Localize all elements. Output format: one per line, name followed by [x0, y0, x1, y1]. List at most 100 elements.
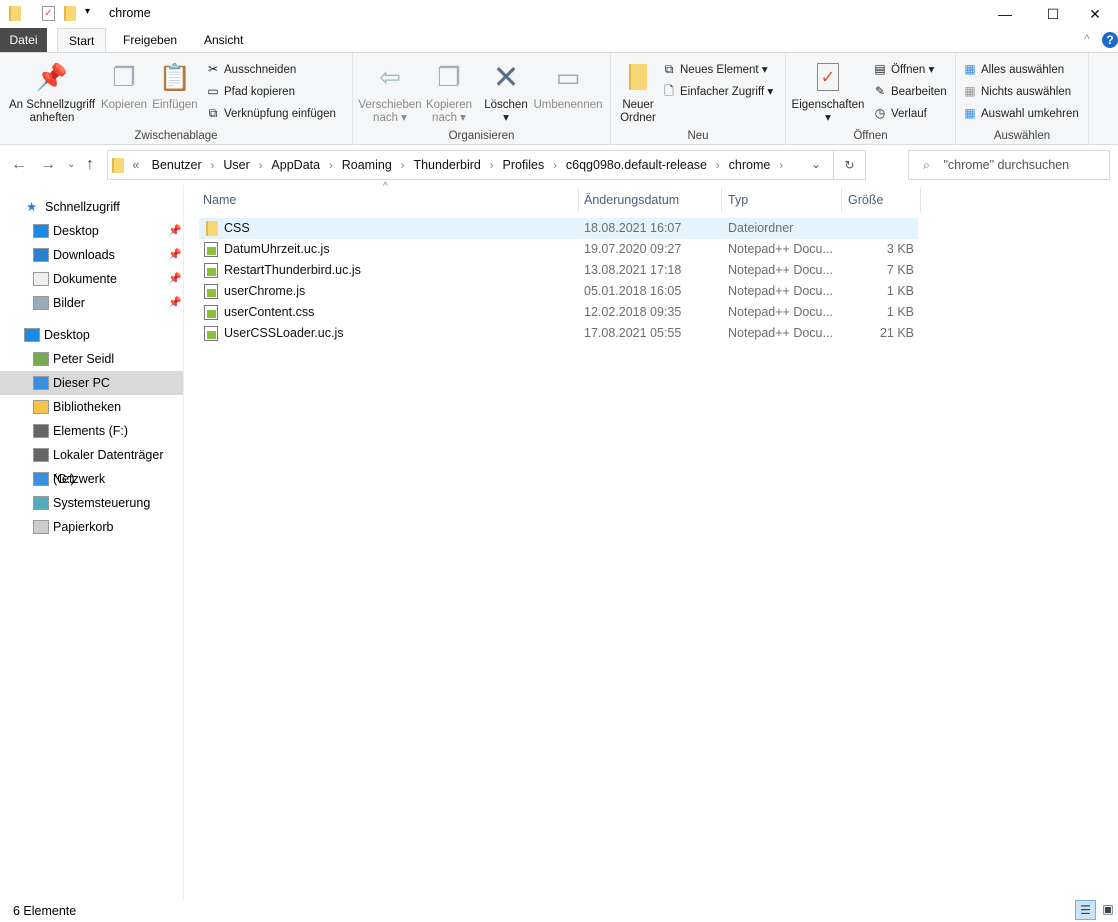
move-to-button[interactable]: ⇦ Verschieben nach ▾ [357, 61, 423, 125]
breadcrumb-item[interactable]: User [223, 151, 249, 179]
breadcrumb-separator-icon[interactable]: › [716, 160, 720, 172]
breadcrumb-separator-icon[interactable]: › [211, 160, 215, 172]
breadcrumb-item[interactable]: Thunderbird [413, 151, 480, 179]
history-button[interactable]: ◷ Verlauf [872, 103, 927, 123]
open-button[interactable]: ▤ Öffnen ▾ [872, 59, 934, 79]
large-icons-view-button[interactable]: ▣ [1099, 900, 1117, 920]
new-folder-quick-icon[interactable] [64, 6, 76, 21]
notepad-file-icon [204, 326, 218, 341]
maximize-button[interactable]: ☐ [1030, 0, 1076, 28]
folder-icon [112, 158, 124, 174]
details-view-button[interactable]: ☰ [1075, 900, 1096, 920]
search-input[interactable]: ⌕ "chrome" durchsuchen [908, 150, 1110, 180]
pin-icon[interactable]: 📌 [168, 243, 182, 267]
file-date: 19.07.2020 09:27 [584, 242, 682, 256]
nav-item[interactable]: Netzwerk [0, 467, 183, 491]
column-header-name[interactable]: Name [203, 188, 236, 212]
copy-to-button[interactable]: ❐ Kopieren nach ▾ [423, 61, 475, 125]
edit-icon: ✎ [874, 84, 886, 98]
cut-button[interactable]: ✂ Ausschneiden [205, 59, 296, 79]
title-bar: ✓ ▾ chrome — ☐ ✕ [0, 0, 1118, 28]
nav-item[interactable]: Bibliotheken [0, 395, 183, 419]
breadcrumb-item[interactable]: Roaming [342, 151, 392, 179]
nav-item[interactable]: Systemsteuerung [0, 491, 183, 515]
file-row[interactable]: UserCSSLoader.uc.js 17.08.2021 05:55 Notep… [199, 323, 918, 344]
back-button[interactable]: ← [11, 150, 27, 180]
nav-quick-item[interactable]: Downloads 📌 [0, 243, 183, 267]
nav-item[interactable]: Dieser PC [0, 371, 183, 395]
minimize-button[interactable]: — [982, 0, 1028, 28]
file-name: DatumUhrzeit.uc.js [224, 242, 330, 256]
properties-quick-icon[interactable]: ✓ [42, 6, 55, 21]
help-icon[interactable]: ? [1102, 32, 1118, 48]
column-header-type[interactable]: Typ [728, 188, 748, 212]
forward-button[interactable]: → [40, 150, 56, 180]
up-button[interactable]: ↑ [86, 150, 94, 180]
easy-access-button[interactable]: 🗋 Einfacher Zugriff ▾ [661, 81, 773, 101]
copy-path-button[interactable]: ▭ Pfad kopieren [205, 81, 295, 101]
breadcrumb-separator-icon[interactable]: › [490, 160, 494, 172]
breadcrumb: Benutzer › User › AppData › Roaming › Thunderbir… [143, 158, 783, 172]
pin-icon[interactable]: 📌 [168, 267, 182, 291]
recent-locations-button[interactable]: ⌄ [67, 150, 75, 180]
tab-start[interactable]: Start [57, 28, 107, 53]
nav-quick-access[interactable]: ★ Schnellzugriff [0, 195, 183, 219]
nav-quick-item[interactable]: Bilder 📌 [0, 291, 183, 315]
pin-icon[interactable]: 📌 [168, 219, 182, 243]
file-row[interactable]: DatumUhrzeit.uc.js 19.07.2020 09:27 Notepa… [199, 239, 918, 260]
breadcrumb-separator-icon[interactable]: › [259, 160, 263, 172]
edit-button[interactable]: ✎ Bearbeiten [872, 81, 947, 101]
breadcrumb-item[interactable]: AppData [271, 151, 320, 179]
column-header-size[interactable]: Größe [848, 188, 883, 212]
breadcrumb-separator-icon[interactable]: › [553, 160, 557, 172]
new-folder-button[interactable]: Neuer Ordner [615, 61, 661, 125]
notepad-file-icon [204, 305, 218, 320]
invert-selection-button[interactable]: ▦ Auswahl umkehren [962, 103, 1078, 123]
column-divider[interactable] [578, 188, 579, 212]
close-button[interactable]: ✕ [1072, 0, 1118, 28]
breadcrumb-separator-icon[interactable]: › [779, 160, 783, 172]
breadcrumb-item[interactable]: c6qg098o.default-release [566, 151, 707, 179]
breadcrumb-item[interactable]: Profiles [503, 151, 545, 179]
breadcrumb-separator-icon[interactable]: › [329, 160, 333, 172]
rename-button[interactable]: ▭ Umbenennen [531, 61, 605, 112]
column-divider[interactable] [721, 188, 722, 212]
collapse-ribbon-icon[interactable]: ^ [1084, 32, 1090, 46]
customize-quick-access-icon[interactable]: ▾ [85, 6, 90, 17]
file-row[interactable]: CSS 18.08.2021 16:07 Dateiordner [199, 218, 918, 239]
file-row[interactable]: userContent.css 12.02.2018 09:35 Notepad++… [199, 302, 918, 323]
breadcrumb-item[interactable]: chrome [729, 151, 771, 179]
address-bar[interactable]: « Benutzer › User › AppData › Roaming › Thunderb… [107, 150, 866, 180]
select-all-button[interactable]: ▦ Alles auswählen [962, 59, 1064, 79]
copy-button[interactable]: ❐ Kopieren [100, 61, 148, 112]
select-none-button[interactable]: ▦ Nichts auswählen [962, 81, 1071, 101]
nav-quick-item[interactable]: Desktop 📌 [0, 219, 183, 243]
column-header-date[interactable]: Änderungsdatum [584, 188, 679, 212]
nav-item[interactable]: Peter Seidl [0, 347, 183, 371]
file-row[interactable]: userChrome.js 05.01.2018 16:05 Notepad++ D… [199, 281, 918, 302]
tab-datei[interactable]: Datei [0, 28, 47, 52]
refresh-button[interactable]: ↻ [833, 151, 865, 179]
nav-item[interactable]: Elements (F:) [0, 419, 183, 443]
pin-icon[interactable]: 📌 [168, 291, 182, 315]
file-name: userChrome.js [224, 284, 306, 298]
nav-quick-item[interactable]: Dokumente 📌 [0, 267, 183, 291]
column-divider[interactable] [920, 188, 921, 212]
breadcrumb-separator-icon[interactable]: › [401, 160, 405, 172]
paste-shortcut-button[interactable]: ⧉ Verknüpfung einfügen [205, 103, 336, 123]
delete-button[interactable]: ✕ Löschen ▾ [481, 61, 531, 125]
properties-button[interactable]: ✓ Eigenschaften ▾ [788, 61, 868, 125]
pin-quick-access-button[interactable]: 📌 An Schnellzugriff anheften [4, 61, 100, 125]
nav-item[interactable]: Papierkorb [0, 515, 183, 539]
tab-ansicht[interactable]: Ansicht [193, 28, 254, 52]
new-item-button[interactable]: ⧉ Neues Element ▾ [661, 59, 768, 79]
breadcrumb-item[interactable]: Benutzer [152, 151, 202, 179]
breadcrumb-overflow[interactable]: « [132, 151, 139, 179]
nav-item[interactable]: Desktop [0, 323, 183, 347]
address-dropdown-icon[interactable]: ⌄ [811, 157, 821, 171]
paste-button[interactable]: 📋 Einfügen [150, 61, 200, 112]
nav-item[interactable]: Lokaler Datenträger (G:) [0, 443, 183, 486]
column-divider[interactable] [841, 188, 842, 212]
tab-freigeben[interactable]: Freigeben [112, 28, 188, 52]
file-row[interactable]: RestartThunderbird.uc.js 13.08.2021 17:18… [199, 260, 918, 281]
